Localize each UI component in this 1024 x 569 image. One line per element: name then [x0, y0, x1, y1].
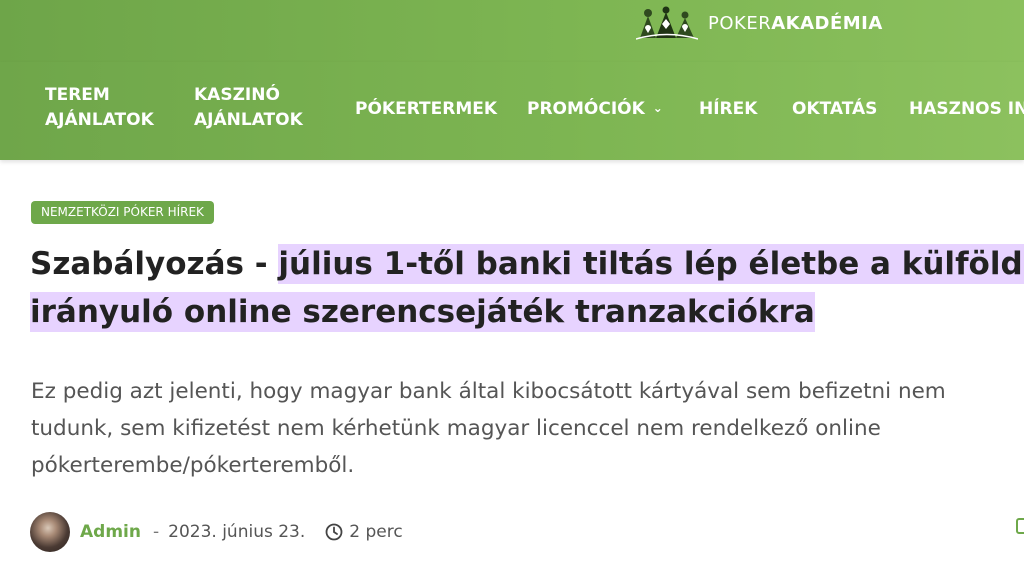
- nav-item-promociok[interactable]: PROMÓCIÓK ⌄: [527, 97, 663, 123]
- author-avatar[interactable]: [30, 512, 70, 552]
- logo-text: POKERAKADÉMIA: [708, 13, 883, 34]
- category-badge[interactable]: NEMZETKÖZI PÓKER HÍREK: [31, 201, 214, 224]
- nav-item-kaszino-ajanlatok[interactable]: KASZINÓ AJÁNLATOK: [194, 83, 314, 133]
- nav-item-oktatas[interactable]: OKTATÁS: [792, 97, 877, 122]
- article-meta: Admin - 2023. június 23. 2 perc: [30, 512, 403, 552]
- nav-item-hirek[interactable]: HÍREK: [699, 97, 757, 122]
- read-time: 2 perc: [349, 522, 403, 542]
- nav-item-hasznos-info[interactable]: HASZNOS INF: [909, 97, 1024, 122]
- chevron-down-icon: ⌄: [652, 101, 663, 115]
- clock-icon: [325, 523, 343, 541]
- nav-item-terem-ajanlatok[interactable]: TEREM AJÁNLATOK: [45, 83, 165, 133]
- main-navigation: TEREM AJÁNLATOK KASZINÓ AJÁNLATOK PÓKERT…: [0, 62, 1024, 160]
- logo-text-prefix: POKER: [708, 12, 772, 34]
- logo-text-suffix: AKADÉMIA: [771, 12, 883, 34]
- edit-icon[interactable]: [1016, 518, 1024, 534]
- article-title: Szabályozás - július 1-től banki tiltás …: [30, 240, 1024, 336]
- author-link[interactable]: Admin: [80, 522, 141, 542]
- nav-item-pokertermek[interactable]: PÓKERTERMEK: [355, 97, 497, 122]
- meta-separator: -: [152, 522, 160, 542]
- nav-item-promociok-label: PROMÓCIÓK: [527, 99, 645, 119]
- poker-players-logo-icon: [636, 6, 698, 40]
- site-logo[interactable]: POKERAKADÉMIA: [636, 4, 883, 42]
- article-excerpt: Ez pedig azt jelenti, hogy magyar bank á…: [31, 379, 946, 478]
- site-header: POKERAKADÉMIA: [0, 0, 1024, 62]
- article-title-plain: Szabályozás -: [30, 246, 279, 282]
- publish-date: 2023. június 23.: [168, 522, 306, 542]
